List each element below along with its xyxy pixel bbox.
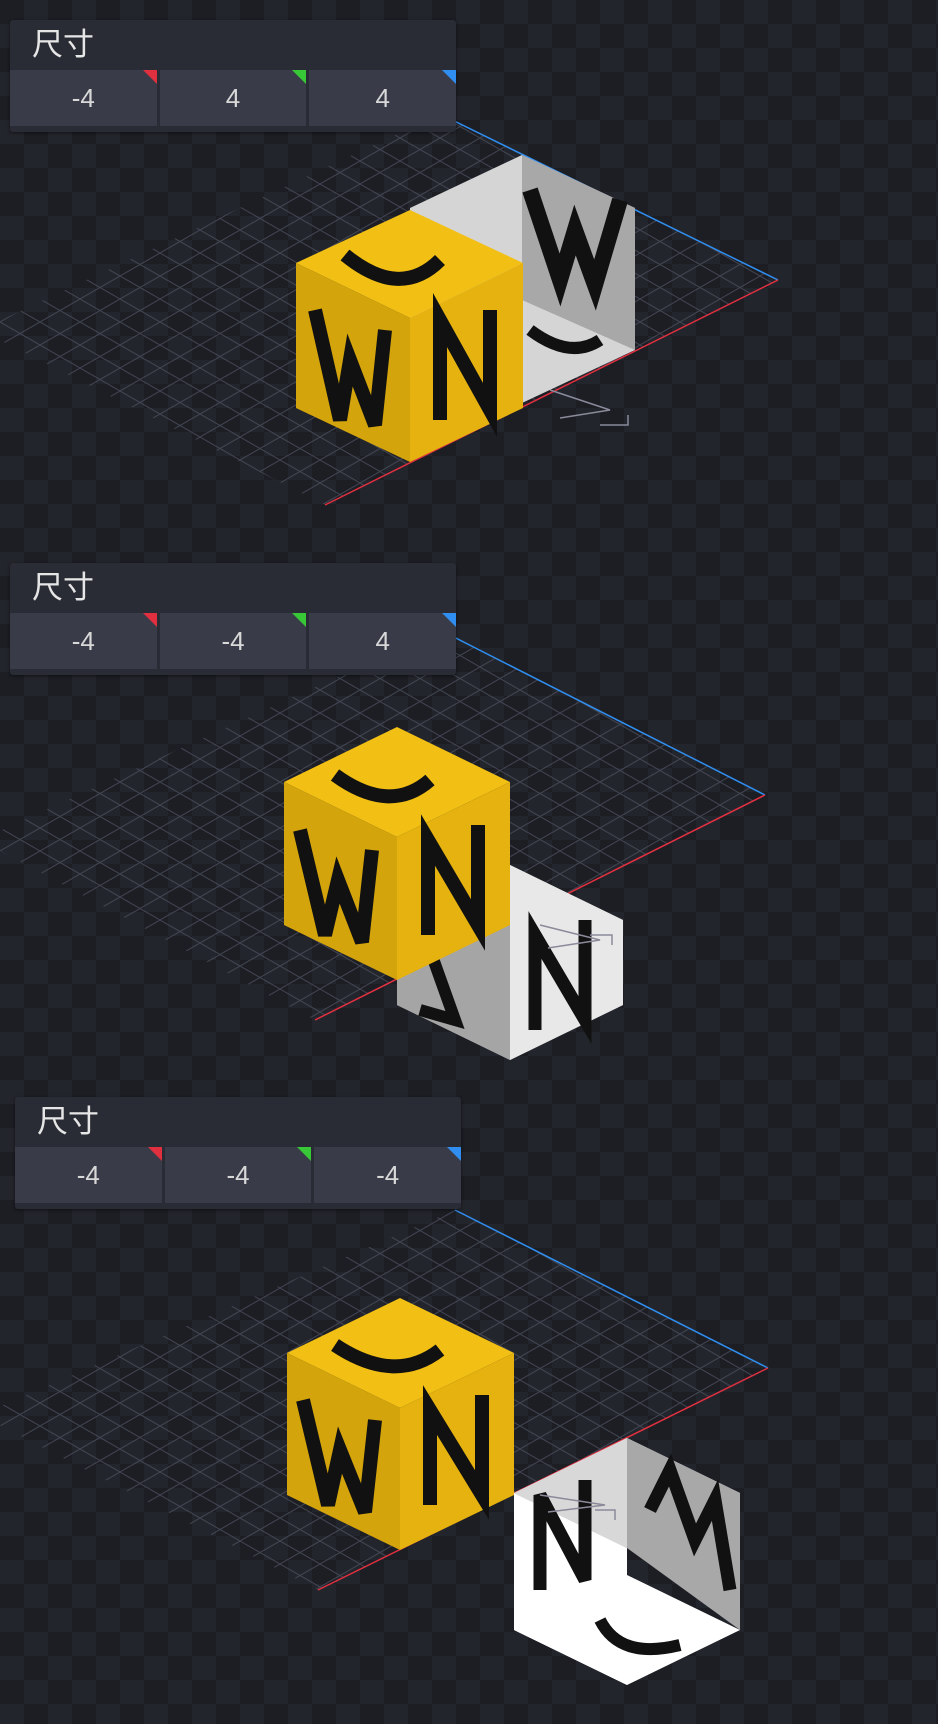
size-y-value: -4	[226, 1160, 250, 1190]
size-x-input[interactable]: -4	[15, 1147, 162, 1203]
size-x-value: -4	[71, 626, 95, 656]
size-fields: -4 -4 -4	[15, 1147, 462, 1209]
x-axis-marker-icon	[142, 70, 157, 84]
y-axis-marker-icon	[297, 1147, 312, 1161]
size-y-value: -4	[221, 626, 245, 656]
gizmo-icon	[549, 389, 629, 426]
size-y-input[interactable]: 4	[159, 70, 307, 126]
size-fields: -4 -4 4	[10, 613, 457, 675]
size-z-input[interactable]: 4	[309, 613, 457, 669]
scene-2	[0, 629, 766, 1060]
size-y-value: 4	[225, 83, 241, 113]
size-panel-3: 尺寸 -4 -4 -4	[15, 1097, 462, 1209]
scene-1	[0, 113, 779, 506]
size-x-value: -4	[76, 1160, 100, 1190]
size-x-input[interactable]: -4	[10, 70, 157, 126]
x-axis-marker-icon	[147, 1147, 162, 1161]
size-z-input[interactable]: -4	[314, 1147, 462, 1203]
scene-3	[0, 1209, 769, 1685]
size-z-value: 4	[375, 626, 390, 656]
size-y-input[interactable]: -4	[159, 613, 307, 669]
panel-title: 尺寸	[32, 27, 94, 63]
size-panel-2: 尺寸 -4 -4 4	[10, 563, 457, 675]
size-y-input[interactable]: -4	[164, 1147, 312, 1203]
x-axis-marker-icon	[142, 613, 157, 627]
size-z-value: 4	[375, 83, 390, 113]
panel-title: 尺寸	[37, 1104, 99, 1140]
y-axis-marker-icon	[292, 613, 307, 627]
size-z-value: -4	[376, 1160, 400, 1190]
size-x-value: -4	[71, 83, 95, 113]
size-z-input[interactable]: 4	[309, 70, 457, 126]
size-fields: -4 4 4	[10, 70, 457, 132]
viewport-scene[interactable]	[0, 0, 938, 1724]
size-x-input[interactable]: -4	[10, 613, 157, 669]
z-axis-marker-icon	[447, 1147, 462, 1161]
size-panel-1: 尺寸 -4 4 4	[10, 20, 457, 132]
z-axis-marker-icon	[442, 613, 457, 627]
y-axis-marker-icon	[292, 70, 307, 84]
panel-title: 尺寸	[32, 570, 94, 606]
z-axis-marker-icon	[442, 70, 457, 84]
